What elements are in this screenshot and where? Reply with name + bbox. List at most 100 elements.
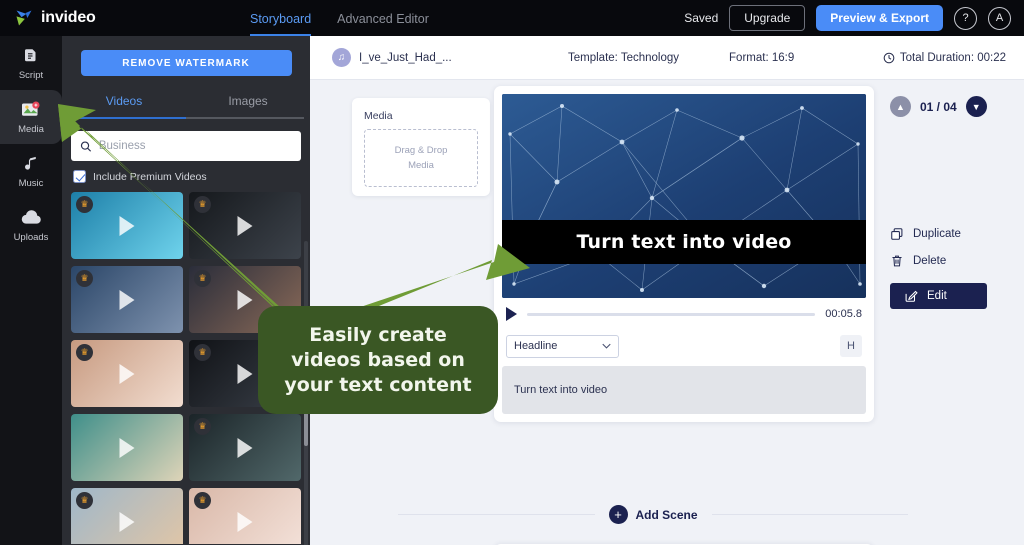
network-background-image	[502, 94, 866, 298]
help-icon[interactable]: ?	[954, 7, 977, 30]
top-bar: invideo Storyboard Advanced Editor Saved…	[0, 0, 1024, 36]
scene-list: Media Drag & Drop Media	[310, 80, 1024, 545]
heading-style-button[interactable]: H	[840, 335, 862, 357]
cloud-upload-icon	[21, 208, 42, 229]
avatar[interactable]: A	[988, 7, 1011, 30]
play-icon[interactable]	[506, 307, 517, 321]
add-scene-label: Add Scene	[636, 508, 698, 522]
divider-left	[398, 514, 595, 515]
chevron-up-icon[interactable]: ▲	[890, 96, 911, 117]
video-thumbnail[interactable]: ♛	[71, 488, 183, 544]
format-label: Format: 16:9	[729, 52, 794, 64]
duplicate-label: Duplicate	[913, 228, 961, 240]
scene-media-card: Media Drag & Drop Media	[352, 98, 490, 196]
play-icon[interactable]	[238, 438, 253, 458]
play-icon[interactable]	[120, 438, 135, 458]
video-thumbnail[interactable]: ♛	[189, 192, 301, 259]
delete-button[interactable]: Delete	[890, 247, 1020, 274]
music-note-icon	[23, 154, 40, 175]
tab-advanced-editor[interactable]: Advanced Editor	[337, 13, 429, 37]
premium-crown-icon: ♛	[194, 492, 211, 509]
scene-caption-text: Turn text into video	[576, 231, 791, 253]
upgrade-button[interactable]: Upgrade	[729, 5, 805, 31]
scene-player-controls: 00:05.8	[502, 298, 866, 330]
scene-caption-bar: Turn text into video	[502, 220, 866, 264]
panel-scrollbar-thumb[interactable]	[304, 336, 308, 446]
media-dropzone[interactable]: Drag & Drop Media	[364, 129, 478, 187]
search-icon	[80, 140, 92, 153]
scene-preview[interactable]: Turn text into video	[502, 94, 866, 298]
sidebar-item-uploads[interactable]: Uploads	[0, 198, 62, 252]
premium-crown-icon: ♛	[194, 270, 211, 287]
include-premium-checkbox[interactable]	[73, 170, 86, 183]
sidebar-item-media[interactable]: Media	[0, 90, 62, 144]
media-card-title: Media	[364, 110, 478, 122]
sidebar-label-uploads: Uploads	[14, 232, 49, 243]
tab-storyboard[interactable]: Storyboard	[250, 13, 311, 37]
scene-page-label: 01 / 04	[920, 100, 957, 114]
audio-track-name: I_ve_Just_Had_...	[359, 52, 452, 64]
video-thumbnail[interactable]: ♛	[71, 340, 183, 407]
include-premium-row[interactable]: Include Premium Videos	[73, 170, 310, 183]
sidebar-item-script[interactable]: Script	[0, 36, 62, 90]
video-thumbnail[interactable]: ♛	[189, 340, 301, 407]
video-thumbnail[interactable]: ♛	[71, 266, 183, 333]
sidebar-item-music[interactable]: Music	[0, 144, 62, 198]
premium-crown-icon: ♛	[76, 492, 93, 509]
total-duration: Total Duration: 00:22	[883, 52, 1006, 64]
preview-export-button[interactable]: Preview & Export	[816, 5, 943, 31]
scene-progress-track[interactable]	[527, 313, 815, 316]
sidebar-label-music: Music	[19, 178, 44, 189]
video-thumbnail[interactable]: ♛	[189, 488, 301, 544]
play-icon[interactable]	[120, 512, 135, 532]
top-nav: Storyboard Advanced Editor	[250, 0, 429, 36]
remove-watermark-button[interactable]: REMOVE WATERMARK	[81, 50, 292, 76]
duplicate-icon	[890, 227, 904, 241]
sidebar-label-media: Media	[18, 124, 44, 135]
invideo-logo-icon	[14, 8, 34, 28]
video-thumbnail[interactable]	[71, 414, 183, 481]
premium-crown-icon: ♛	[194, 418, 211, 435]
premium-crown-icon: ♛	[194, 344, 211, 361]
top-bar-actions: Saved Upgrade Preview & Export ? A	[684, 5, 1024, 31]
tab-underline	[68, 117, 304, 119]
edit-button[interactable]: Edit	[890, 283, 987, 309]
chevron-down-icon	[602, 343, 611, 349]
play-icon[interactable]	[238, 216, 253, 236]
tab-images[interactable]: Images	[186, 94, 310, 117]
video-thumbnail[interactable]: ♛	[189, 414, 301, 481]
edit-label: Edit	[927, 290, 947, 302]
play-icon[interactable]	[238, 290, 253, 310]
chevron-down-icon[interactable]: ▼	[966, 96, 987, 117]
include-premium-label: Include Premium Videos	[93, 171, 207, 183]
video-thumbnail[interactable]: ♛	[71, 192, 183, 259]
play-icon[interactable]	[120, 216, 135, 236]
duplicate-button[interactable]: Duplicate	[890, 220, 1020, 247]
video-thumbnail-grid: ♛ ♛ ♛ ♛ ♛ ♛ ♛ ♛ ♛	[71, 192, 301, 544]
audio-track-chip[interactable]: ♫ I_ve_Just_Had_...	[332, 48, 562, 67]
search-input[interactable]	[99, 140, 292, 152]
scene-script-input[interactable]: Turn text into video	[502, 366, 866, 414]
plus-circle-icon: +	[609, 505, 628, 524]
play-icon[interactable]	[238, 364, 253, 384]
premium-crown-icon: ♛	[194, 196, 211, 213]
scene-side-controls: ▲ 01 / 04 ▼ Duplicate	[890, 96, 1020, 309]
scene-timecode: 00:05.8	[825, 308, 862, 320]
scene-card-1: Turn text into video 00:05.8 Headline H	[494, 86, 874, 422]
video-thumbnail[interactable]: ♛	[189, 266, 301, 333]
scene-pager: ▲ 01 / 04 ▼	[890, 96, 1020, 117]
search-box[interactable]	[71, 131, 301, 161]
stage-header: ♫ I_ve_Just_Had_... Template: Technology…	[310, 36, 1024, 80]
text-type-select[interactable]: Headline	[506, 335, 619, 358]
premium-crown-icon: ♛	[76, 270, 93, 287]
scene-script-text: Turn text into video	[514, 384, 607, 396]
tab-videos[interactable]: Videos	[62, 94, 186, 117]
play-icon[interactable]	[238, 512, 253, 532]
brand[interactable]: invideo	[0, 8, 250, 28]
play-icon[interactable]	[120, 290, 135, 310]
invideo-storyboard-app: invideo Storyboard Advanced Editor Saved…	[0, 0, 1024, 545]
add-scene-button[interactable]: + Add Scene	[595, 505, 712, 524]
premium-crown-icon: ♛	[76, 344, 93, 361]
play-icon[interactable]	[120, 364, 135, 384]
divider-right	[712, 514, 909, 515]
